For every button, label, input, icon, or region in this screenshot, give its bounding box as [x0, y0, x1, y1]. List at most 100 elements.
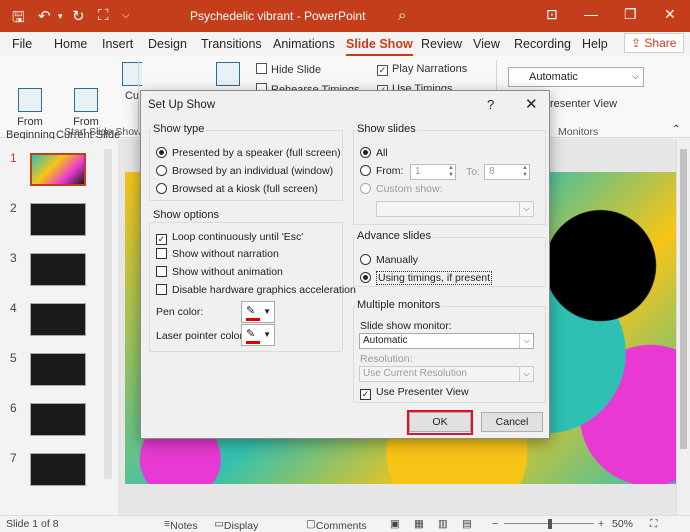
- play-icon: [18, 88, 42, 112]
- zoom-out-icon[interactable]: −: [492, 518, 498, 530]
- zoom-level[interactable]: 50%: [612, 518, 633, 530]
- search-icon[interactable]: ⌕: [398, 7, 406, 24]
- use-presenter-view-checkbox[interactable]: ✓ Use Presenter View: [360, 386, 469, 400]
- radio-presented-by-speaker[interactable]: Presented by a speaker (full screen): [156, 147, 341, 159]
- tab-home[interactable]: Home: [54, 37, 87, 51]
- to-slide-spinner[interactable]: 8 ▲ ▼: [484, 164, 530, 180]
- slide-thumbnail-2[interactable]: [30, 203, 86, 236]
- zoom-in-icon[interactable]: +: [598, 518, 604, 530]
- tab-file[interactable]: File: [12, 37, 32, 51]
- ok-button-highlight: [407, 410, 473, 435]
- ribbon-tabs: File Home Insert Design Transitions Anim…: [0, 32, 690, 57]
- slide-show-monitor-select[interactable]: Automatic ⌵: [359, 333, 534, 349]
- scroll-thumb[interactable]: [680, 149, 687, 449]
- slide-number: 2: [10, 201, 17, 215]
- tab-design[interactable]: Design: [148, 37, 187, 51]
- dialog-title: Set Up Show: [148, 99, 216, 111]
- tab-help[interactable]: Help: [582, 37, 608, 51]
- custom-show-button[interactable]: Cu: [122, 62, 142, 103]
- reading-view-icon[interactable]: ▥: [438, 518, 448, 530]
- save-icon[interactable]: 🖫: [12, 7, 25, 32]
- normal-view-icon[interactable]: ▣: [390, 518, 400, 530]
- monitor-select[interactable]: Automatic ⌵: [508, 67, 644, 87]
- tab-recording[interactable]: Recording: [514, 37, 571, 51]
- slide-thumbnail-4[interactable]: [30, 303, 86, 336]
- from-slide-spinner[interactable]: 1 ▲ ▼: [410, 164, 456, 180]
- tab-insert[interactable]: Insert: [102, 37, 133, 51]
- minimize-icon[interactable]: —: [584, 6, 598, 22]
- chevron-down-icon: ⌵: [519, 334, 533, 348]
- show-options-label: Show options: [151, 209, 222, 221]
- without-narration-checkbox[interactable]: Show without narration: [156, 248, 279, 260]
- resolution-select[interactable]: Use Current Resolution ⌵: [359, 366, 534, 382]
- undo-icon[interactable]: ↶: [38, 7, 51, 25]
- to-label: To:: [466, 166, 481, 178]
- loop-continuously-checkbox[interactable]: ✓ Loop continuously until 'Esc': [156, 231, 303, 245]
- chevron-down-icon: ⌵: [632, 71, 639, 81]
- hide-slide-button[interactable]: Hide Slide: [256, 63, 321, 76]
- slide-thumbnail-7[interactable]: [30, 453, 86, 486]
- tab-review[interactable]: Review: [421, 37, 462, 51]
- tab-view[interactable]: View: [473, 37, 500, 51]
- disable-hw-acceleration-checkbox[interactable]: Disable hardware graphics acceleration: [156, 284, 356, 296]
- play-current-icon: [74, 88, 98, 112]
- radio-browsed-kiosk[interactable]: Browsed at a kiosk (full screen): [156, 183, 318, 195]
- customize-icon[interactable]: ⌵: [122, 10, 130, 21]
- slide-number: 5: [10, 351, 17, 365]
- without-animation-checkbox[interactable]: Show without animation: [156, 266, 283, 278]
- radio-manually[interactable]: Manually: [360, 254, 418, 266]
- pen-color-button[interactable]: ✎ ▼: [241, 301, 275, 323]
- radio-from-slide[interactable]: From:: [360, 165, 403, 177]
- vertical-scrollbar[interactable]: [676, 139, 690, 515]
- share-icon: ⇪: [631, 36, 645, 50]
- slide-number: 4: [10, 301, 17, 315]
- cancel-button[interactable]: Cancel: [481, 412, 543, 432]
- status-bar: Slide 1 of 8 ≡ Notes ▭ Display Settings …: [0, 515, 690, 532]
- slide-sorter-icon[interactable]: ▦: [414, 518, 424, 530]
- radio-using-timings[interactable]: Using timings, if present: [360, 271, 493, 285]
- display-settings-button[interactable]: ▭ Display Settings: [214, 518, 258, 532]
- pen-icon: ✎: [246, 305, 256, 317]
- maximize-icon[interactable]: ❐: [624, 6, 637, 23]
- slide-number: 7: [10, 451, 17, 465]
- slide-thumbnail-6[interactable]: [30, 403, 86, 436]
- undo-dropdown-icon[interactable]: ▾: [58, 11, 63, 22]
- share-button[interactable]: ⇪ Share: [624, 33, 684, 53]
- slide-number: 6: [10, 401, 17, 415]
- tab-transitions[interactable]: Transitions: [201, 37, 262, 51]
- tab-slide-show[interactable]: Slide Show: [346, 37, 413, 57]
- comments-button[interactable]: ▢ Comments: [306, 518, 367, 532]
- laser-color-button[interactable]: ✎ ▼: [241, 324, 275, 346]
- radio-all-slides[interactable]: All: [360, 147, 388, 159]
- close-icon[interactable]: ✕: [664, 6, 676, 23]
- tab-animations[interactable]: Animations: [273, 37, 335, 51]
- setup-show-icon[interactable]: [216, 62, 240, 90]
- redo-icon[interactable]: ↻: [72, 7, 85, 25]
- slide-count: Slide 1 of 8: [6, 518, 59, 530]
- thumbnails-scrollbar[interactable]: [104, 149, 112, 479]
- notes-button[interactable]: ≡ Notes: [164, 518, 198, 532]
- radio-custom-show[interactable]: Custom show:: [360, 183, 443, 195]
- slide-thumbnails-pane: 1 2 3 4 5 6 7: [0, 139, 118, 515]
- start-slideshow-icon[interactable]: ⛶: [98, 7, 109, 24]
- advance-slides-label: Advance slides: [355, 230, 433, 242]
- custom-show-select[interactable]: ⌵: [376, 201, 534, 217]
- presenter-view-checkbox[interactable]: resenter View: [550, 98, 617, 110]
- pen-icon: ✎: [246, 328, 256, 340]
- slide-thumbnail-3[interactable]: [30, 253, 86, 286]
- close-icon[interactable]: ✕: [525, 95, 538, 113]
- slide-number: 3: [10, 251, 17, 265]
- fit-slide-icon[interactable]: ⛶: [650, 518, 657, 531]
- help-icon[interactable]: ?: [487, 97, 494, 112]
- zoom-slider-thumb[interactable]: [548, 519, 552, 529]
- collapse-ribbon-icon[interactable]: ⌃: [672, 124, 680, 135]
- chevron-down-icon: ⌵: [519, 202, 533, 216]
- slide-thumbnail-1[interactable]: [30, 153, 86, 186]
- slideshow-view-icon[interactable]: ▤: [462, 518, 472, 530]
- play-narrations-checkbox[interactable]: ✓ Play Narrations: [377, 63, 467, 76]
- slide-thumbnail-5[interactable]: [30, 353, 86, 386]
- multiple-monitors-label: Multiple monitors: [355, 299, 443, 311]
- monitors-group-label: Monitors: [558, 126, 599, 138]
- ribbon-display-icon[interactable]: ⊡: [546, 6, 558, 23]
- radio-browsed-individual[interactable]: Browsed by an individual (window): [156, 165, 333, 177]
